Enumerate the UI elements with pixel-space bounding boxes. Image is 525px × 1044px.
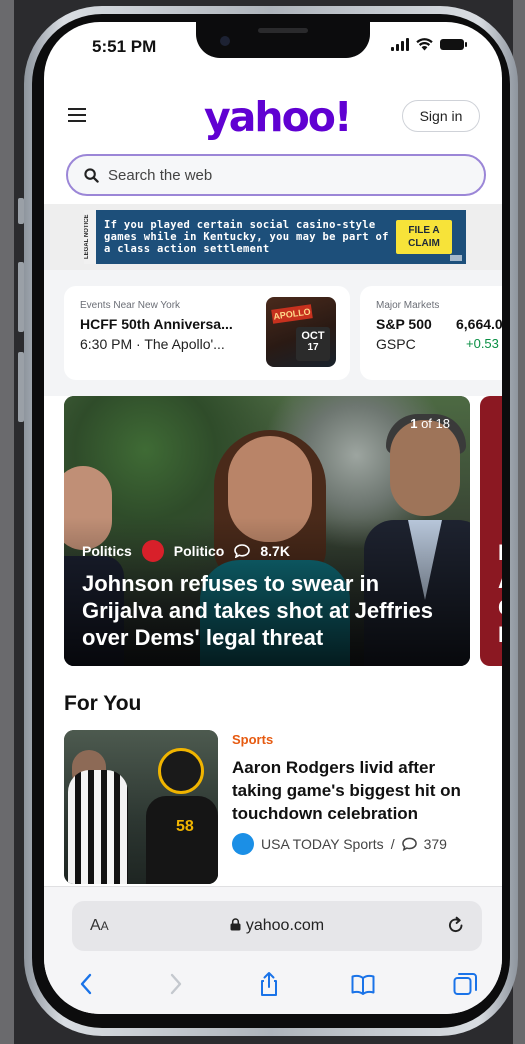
event-thumbnail: APOLLO OCT 17 <box>266 297 336 367</box>
hero-headline: Johnson refuses to swear in Grijalva and… <box>82 571 433 650</box>
hero-meta: Politics Politico 8.7K <box>82 540 290 562</box>
front-camera <box>220 36 230 46</box>
event-kicker: Events Near New York <box>80 300 181 311</box>
peek-letter: A <box>498 568 502 594</box>
event-card[interactable]: Events Near New York HCFF 50th Anniversa… <box>64 286 350 380</box>
hero-category: Politics <box>82 543 132 559</box>
chevron-left-icon <box>80 973 92 995</box>
thumb-player: 58 <box>146 748 218 884</box>
sign-in-button[interactable]: Sign in <box>402 100 480 132</box>
story-item[interactable]: 58 Sports Aaron Rodgers livid after taki… <box>64 730 494 890</box>
peek-letter: C <box>498 595 502 621</box>
ad-banner[interactable]: LEGAL NOTICE If you played certain socia… <box>84 210 466 264</box>
peek-letter: H <box>498 622 502 648</box>
url-text: yahoo.com <box>245 917 325 934</box>
event-date-badge: OCT 17 <box>296 327 330 361</box>
search-bar[interactable] <box>66 154 486 196</box>
url-display[interactable]: yahoo.com <box>72 917 482 935</box>
for-you-heading: For You <box>64 692 142 715</box>
comment-icon <box>234 544 251 558</box>
wifi-icon <box>416 38 433 51</box>
event-time: 6:30 PM · The Apollo'... <box>80 336 225 352</box>
ad-brand-mark-icon <box>450 255 462 261</box>
event-month: OCT <box>301 330 325 342</box>
ad-text: If you played certain social casino-styl… <box>104 219 389 255</box>
forward-button[interactable] <box>162 971 188 997</box>
story-comment-count: 379 <box>423 836 447 852</box>
book-icon <box>351 974 375 995</box>
cards-carousel: Events Near New York HCFF 50th Anniversa… <box>44 270 502 396</box>
market-change: +0.53 <box>466 336 499 351</box>
safari-toolbar <box>44 965 502 1005</box>
status-icons <box>391 38 467 51</box>
market-value: 6,664.0 <box>456 316 502 332</box>
tabs-icon <box>453 973 477 995</box>
battery-icon <box>440 39 467 50</box>
hamburger-icon[interactable] <box>68 108 86 122</box>
search-icon <box>84 167 99 183</box>
ad-strip: LEGAL NOTICE If you played certain socia… <box>44 204 502 270</box>
backdrop-left <box>0 0 14 1044</box>
status-time: 5:51 PM <box>92 37 157 56</box>
cellular-signal-icon <box>391 38 409 51</box>
slide-counter-total: of 18 <box>421 416 450 431</box>
story-thumbnail: 58 <box>64 730 218 884</box>
apollo-sign: APOLLO <box>271 304 313 324</box>
story-category: Sports <box>232 732 274 747</box>
reload-icon[interactable] <box>446 915 466 935</box>
chevron-right-icon <box>170 973 182 995</box>
notch <box>196 22 370 58</box>
usa-today-logo-icon <box>232 833 254 855</box>
phone-screen: 5:51 PM yahoo! Sign in LEGAL NOTICE If y… <box>44 22 502 1014</box>
event-title: HCFF 50th Anniversa... <box>80 316 233 332</box>
story-meta: USA TODAY Sports / 379 <box>232 833 447 855</box>
share-icon <box>261 972 277 996</box>
comment-icon <box>401 837 417 851</box>
earpiece-speaker <box>258 28 308 33</box>
mute-switch <box>18 198 24 224</box>
safari-bottom-bar: AA yahoo.com <box>44 886 502 1014</box>
lock-icon <box>230 918 241 931</box>
share-button[interactable] <box>256 971 282 997</box>
slide-counter: 1 of 18 <box>410 416 450 431</box>
hero-story-card[interactable]: 1 of 18 Politics Politico 8.7K Johnson r… <box>64 396 470 666</box>
bookmarks-button[interactable] <box>350 971 376 997</box>
address-bar[interactable]: AA yahoo.com <box>72 901 482 951</box>
yahoo-header: yahoo! Sign in <box>44 88 502 144</box>
market-symbol: GSPC <box>376 336 416 352</box>
peek-letter: P <box>498 540 502 566</box>
ad-legal-tag: LEGAL NOTICE <box>84 210 96 264</box>
market-name: S&P 500 <box>376 316 432 332</box>
back-button[interactable] <box>74 971 100 997</box>
hero-comment-count: 8.7K <box>260 543 290 559</box>
story-separator: / <box>390 836 395 852</box>
politico-logo-icon <box>141 540 164 562</box>
hero-source: Politico <box>173 543 225 559</box>
thumb-referee <box>68 770 128 884</box>
markets-card[interactable]: Major Markets S&P 500 GSPC 6,664.0 +0.53 <box>360 286 502 380</box>
slide-counter-current: 1 <box>410 416 418 431</box>
volume-up-button <box>18 262 24 332</box>
story-headline: Aaron Rodgers livid after taking game's … <box>232 758 461 823</box>
jersey-number: 58 <box>176 818 194 835</box>
next-hero-card-peek[interactable]: P A C H <box>480 396 502 666</box>
volume-down-button <box>18 352 24 422</box>
search-input[interactable] <box>108 166 484 184</box>
ad-file-claim-button[interactable]: FILE A CLAIM <box>396 220 452 254</box>
yahoo-logo[interactable]: yahoo! <box>204 93 353 141</box>
event-day: 17 <box>307 342 319 353</box>
markets-kicker: Major Markets <box>376 300 440 311</box>
tabs-button[interactable] <box>452 971 478 997</box>
story-source: USA TODAY Sports <box>261 836 384 852</box>
